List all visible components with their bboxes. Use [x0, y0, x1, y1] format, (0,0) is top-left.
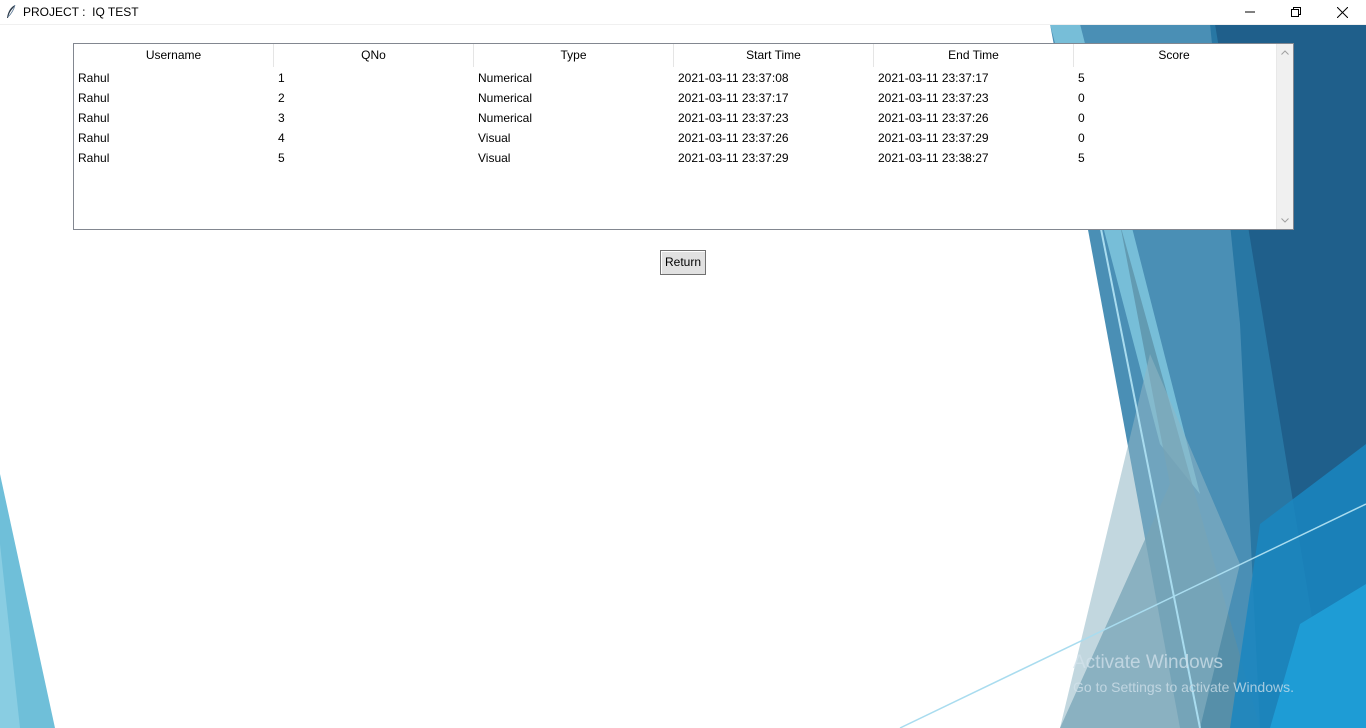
feather-icon — [7, 4, 16, 18]
cell-score: 5 — [1078, 151, 1085, 165]
chevron-down-icon — [1281, 218, 1289, 223]
column-header-score[interactable]: Score — [1074, 44, 1274, 67]
cell-username: Rahul — [78, 131, 110, 145]
window-title: PROJECT : IQ TEST — [23, 5, 139, 19]
cell-start-time: 2021-03-11 23:37:29 — [678, 151, 789, 165]
cell-score: 0 — [1078, 111, 1085, 125]
return-button[interactable]: Return — [660, 250, 706, 275]
close-button[interactable] — [1319, 0, 1365, 24]
table-row[interactable]: Rahul 4 Visual 2021-03-11 23:37:26 2021-… — [74, 128, 1274, 148]
cell-score: 0 — [1078, 131, 1085, 145]
restore-icon — [1291, 7, 1301, 17]
vertical-scrollbar[interactable] — [1276, 44, 1293, 229]
cell-score: 0 — [1078, 91, 1085, 105]
minimize-button[interactable] — [1227, 0, 1273, 24]
cell-username: Rahul — [78, 111, 110, 125]
scroll-down-button[interactable] — [1277, 212, 1293, 229]
cell-end-time: 2021-03-11 23:37:17 — [878, 71, 989, 85]
cell-start-time: 2021-03-11 23:37:26 — [678, 131, 789, 145]
column-header-end-time[interactable]: End Time — [874, 44, 1074, 67]
cell-end-time: 2021-03-11 23:37:23 — [878, 91, 989, 105]
column-header-type[interactable]: Type — [474, 44, 674, 67]
cell-qno: 4 — [278, 131, 285, 145]
cell-start-time: 2021-03-11 23:37:17 — [678, 91, 789, 105]
close-icon — [1336, 6, 1348, 18]
cell-start-time: 2021-03-11 23:37:08 — [678, 71, 789, 85]
scroll-up-button[interactable] — [1277, 44, 1293, 61]
title-bar[interactable]: PROJECT : IQ TEST — [0, 0, 1366, 25]
cell-qno: 1 — [278, 71, 285, 85]
cell-type: Visual — [478, 151, 511, 165]
cell-type: Visual — [478, 131, 511, 145]
cell-username: Rahul — [78, 71, 110, 85]
cell-score: 5 — [1078, 71, 1085, 85]
cell-type: Numerical — [478, 111, 533, 125]
table-row[interactable]: Rahul 3 Numerical 2021-03-11 23:37:23 20… — [74, 108, 1274, 128]
cell-end-time: 2021-03-11 23:38:27 — [878, 151, 989, 165]
column-header-qno[interactable]: QNo — [274, 44, 474, 67]
cell-qno: 3 — [278, 111, 285, 125]
restore-button[interactable] — [1273, 0, 1319, 24]
table-row[interactable]: Rahul 2 Numerical 2021-03-11 23:37:17 20… — [74, 88, 1274, 108]
table-body: Rahul 1 Numerical 2021-03-11 23:37:08 20… — [74, 68, 1274, 168]
cell-end-time: 2021-03-11 23:37:26 — [878, 111, 989, 125]
chevron-up-icon — [1281, 50, 1289, 55]
table-header: Username QNo Type Start Time End Time Sc… — [74, 44, 1274, 67]
cell-end-time: 2021-03-11 23:37:29 — [878, 131, 989, 145]
app-window: PROJECT : IQ TEST Username QNo Type Star… — [0, 0, 1366, 728]
cell-type: Numerical — [478, 91, 533, 105]
column-header-username[interactable]: Username — [74, 44, 274, 67]
cell-start-time: 2021-03-11 23:37:23 — [678, 111, 789, 125]
cell-username: Rahul — [78, 151, 110, 165]
table-row[interactable]: Rahul 5 Visual 2021-03-11 23:37:29 2021-… — [74, 148, 1274, 168]
cell-qno: 5 — [278, 151, 285, 165]
results-table[interactable]: Username QNo Type Start Time End Time Sc… — [73, 43, 1294, 230]
table-row[interactable]: Rahul 1 Numerical 2021-03-11 23:37:08 20… — [74, 68, 1274, 88]
cell-type: Numerical — [478, 71, 533, 85]
cell-qno: 2 — [278, 91, 285, 105]
column-header-start-time[interactable]: Start Time — [674, 44, 874, 67]
minimize-icon — [1245, 11, 1255, 13]
cell-username: Rahul — [78, 91, 110, 105]
